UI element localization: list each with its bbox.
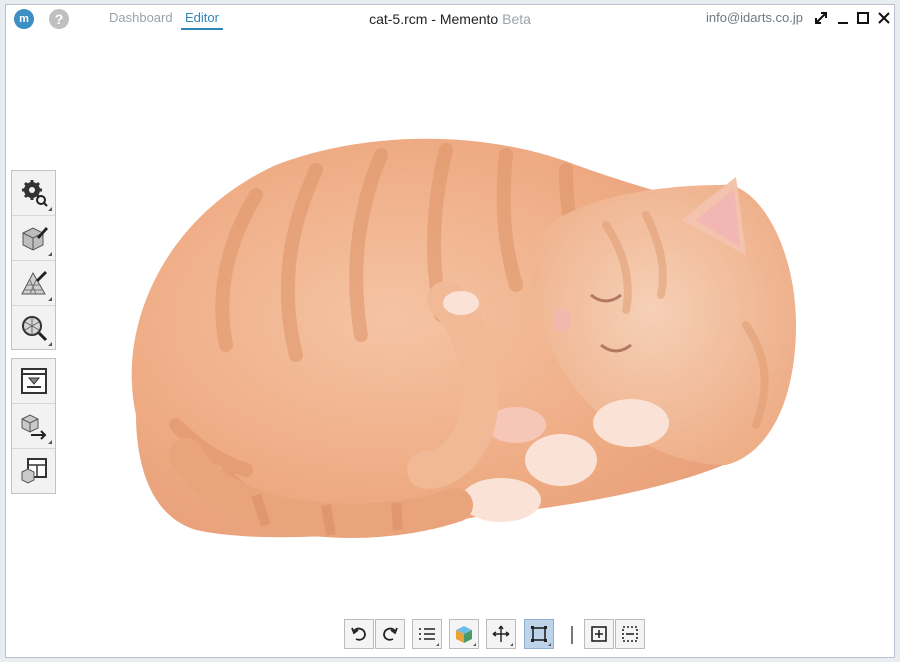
settings-gear-icon[interactable] bbox=[12, 171, 55, 216]
paint-pyramid-icon[interactable] bbox=[12, 261, 55, 306]
export-cube-icon[interactable] bbox=[12, 404, 55, 449]
import-frame-icon[interactable] bbox=[12, 359, 55, 404]
redo-icon[interactable] bbox=[375, 619, 405, 649]
transform-arrows-icon[interactable] bbox=[486, 619, 516, 649]
title-bar: m ? Dashboard Editor cat-5.rcm - Memento… bbox=[6, 5, 894, 35]
title-main: cat-5.rcm - Memento bbox=[369, 11, 499, 27]
cat-3d-model[interactable] bbox=[106, 125, 806, 550]
sidebar-tools-group bbox=[11, 170, 56, 350]
undo-icon[interactable] bbox=[344, 619, 374, 649]
list-icon[interactable] bbox=[412, 619, 442, 649]
dotted-select-icon[interactable] bbox=[615, 619, 645, 649]
maximize-icon[interactable] bbox=[853, 8, 873, 28]
close-icon[interactable] bbox=[874, 8, 894, 28]
color-cube-icon[interactable] bbox=[449, 619, 479, 649]
sidebar-io-group bbox=[11, 358, 56, 494]
add-box-icon[interactable] bbox=[584, 619, 614, 649]
user-email[interactable]: info@idarts.co.jp bbox=[706, 10, 803, 25]
minimize-icon[interactable] bbox=[833, 8, 853, 28]
app-window: m ? Dashboard Editor cat-5.rcm - Memento… bbox=[5, 4, 895, 658]
inspect-sphere-icon[interactable] bbox=[12, 306, 55, 350]
expand-icon[interactable] bbox=[811, 8, 831, 28]
title-beta: Beta bbox=[502, 11, 531, 27]
edit-mesh-icon[interactable] bbox=[12, 216, 55, 261]
selection-square-icon[interactable] bbox=[524, 619, 554, 649]
layout-panels-icon[interactable] bbox=[12, 449, 55, 493]
toolbar-divider bbox=[571, 626, 573, 644]
